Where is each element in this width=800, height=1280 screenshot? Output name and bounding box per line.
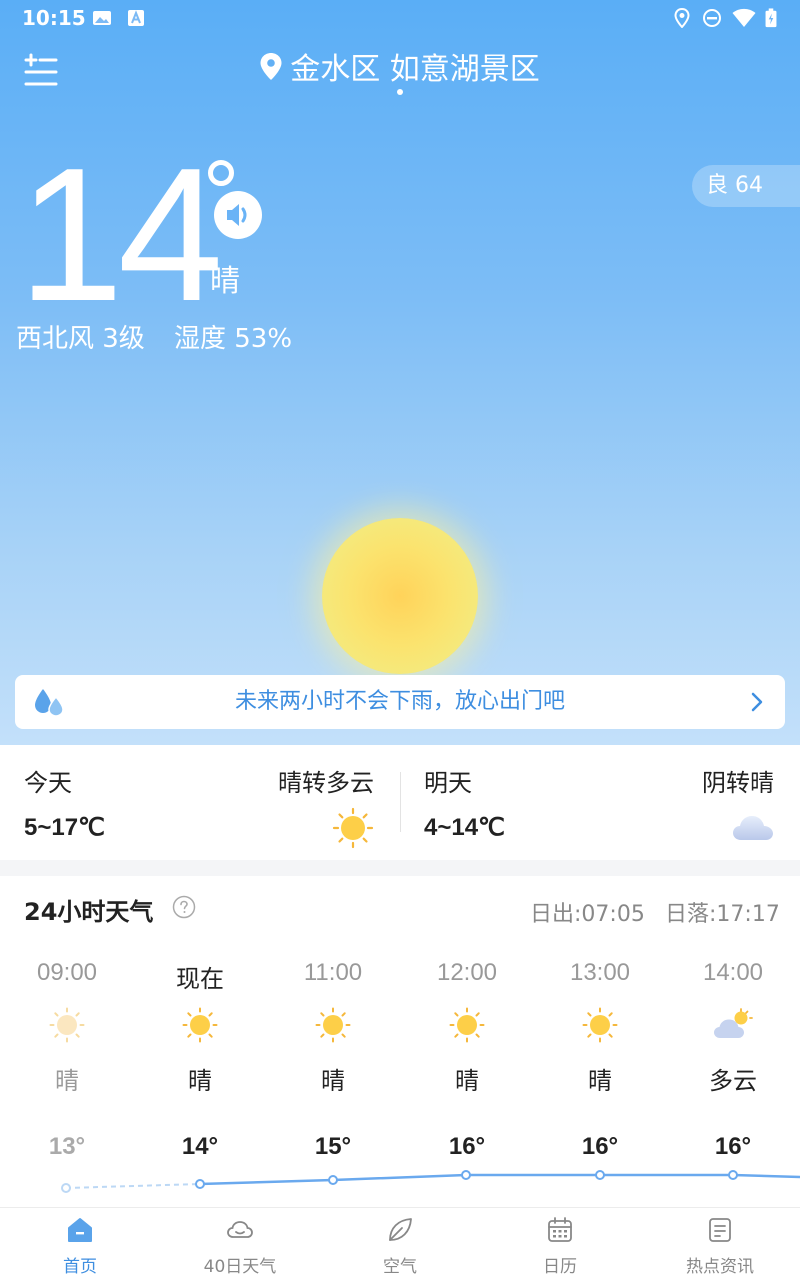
section-separator	[0, 860, 800, 876]
sun-illustration	[322, 518, 478, 674]
wind-info: 西北风 3级	[16, 324, 145, 354]
nav-calendar-label: 日历	[543, 1257, 577, 1277]
rain-forecast-text: 未来两小时不会下雨，放心出门吧	[234, 689, 565, 714]
tomorrow-range: 4~14℃	[424, 814, 506, 841]
curve-point	[195, 1179, 205, 1189]
rain-forecast-banner[interactable]: 未来两小时不会下雨，放心出门吧	[15, 675, 785, 729]
nav-news[interactable]: 热点资讯	[640, 1208, 800, 1280]
curve-point	[595, 1170, 605, 1180]
hour-condition: 多云	[709, 1067, 757, 1095]
cloud-icon	[733, 816, 773, 840]
location-status-icon	[674, 8, 690, 28]
nav-air[interactable]: 空气	[320, 1208, 480, 1280]
hour-time: 13:00	[569, 959, 631, 986]
hourly-title: 24小时天气	[24, 898, 154, 926]
curve-point	[728, 1170, 738, 1180]
humidity-info: 湿度 53%	[174, 324, 293, 354]
temperature-curve	[61, 1170, 800, 1193]
sun-icon	[582, 1007, 618, 1043]
leaf-icon	[389, 1218, 412, 1241]
nav-home-label: 首页	[63, 1257, 97, 1277]
tomorrow-card[interactable]: 明天 阴转晴 4~14℃	[400, 745, 800, 860]
cloud-outline-icon	[227, 1221, 253, 1238]
hour-temperature: 13°	[48, 1133, 86, 1160]
today-label: 今天	[24, 769, 72, 797]
hourly-item[interactable]: 11:00 晴 15°	[273, 955, 393, 1160]
hour-condition: 晴	[55, 1067, 79, 1095]
sun-icon	[332, 807, 374, 849]
aqi-badge[interactable]: 良 64	[692, 165, 800, 207]
location-title[interactable]: 金水区 如意湖景区	[0, 44, 800, 88]
hour-temperature: 14°	[181, 1133, 219, 1160]
nav-calendar[interactable]: 日历	[480, 1208, 640, 1280]
hour-condition: 晴	[188, 1067, 212, 1095]
status-bar: 10:15	[0, 0, 800, 36]
tomorrow-label: 明天	[424, 769, 472, 797]
status-time: 10:15	[22, 6, 86, 30]
today-range: 5~17℃	[24, 814, 106, 841]
degree-symbol	[208, 160, 234, 186]
sun-icon	[315, 1007, 351, 1043]
nav-air-label: 空气	[383, 1257, 417, 1277]
home-icon	[68, 1218, 92, 1242]
hourly-item[interactable]: 09:00 晴 13°	[7, 955, 127, 1160]
wifi-icon	[732, 8, 756, 27]
hour-condition: 晴	[588, 1067, 612, 1095]
hour-temperature: 16°	[714, 1133, 752, 1160]
sunset-time: 日落:17:17	[665, 902, 780, 927]
hour-temperature: 16°	[581, 1133, 619, 1160]
hourly-item[interactable]: 13:00 晴 16°	[540, 955, 660, 1160]
app-notification-icon	[128, 10, 144, 26]
location-name: 金水区 如意湖景区	[290, 52, 540, 87]
hour-time: 11:00	[303, 959, 363, 986]
hour-time: 14:00	[702, 959, 764, 986]
nav-40day[interactable]: 40日天气	[160, 1208, 320, 1280]
sunrise-time: 日出:07:05	[530, 902, 645, 927]
hour-temperature: 15°	[314, 1133, 352, 1160]
chevron-right-icon	[751, 692, 763, 712]
page-indicator	[397, 89, 403, 95]
current-condition: 晴	[210, 264, 240, 299]
hourly-item[interactable]: 14:00 多云 16°	[673, 955, 793, 1160]
bottom-navigation: 首页 40日天气 空气 日历 热点资讯	[0, 1207, 800, 1280]
weather-hero: 10:15 金水区 如意湖景区 14 晴 良 64 西北风 3级 湿度 53% …	[0, 0, 800, 745]
location-pin-icon	[260, 53, 282, 80]
hour-condition: 晴	[455, 1067, 479, 1095]
help-icon[interactable]	[172, 895, 196, 919]
curve-point	[461, 1170, 471, 1180]
today-card[interactable]: 今天 晴转多云 5~17℃	[0, 745, 400, 860]
summary-divider	[400, 772, 401, 832]
nav-40day-label: 40日天气	[203, 1257, 277, 1277]
calendar-icon	[548, 1217, 572, 1242]
sun-icon	[49, 1007, 85, 1043]
hourly-item[interactable]: 现在 晴 14°	[140, 955, 260, 1160]
hourly-item[interactable]: 12:00 晴 16°	[407, 955, 527, 1160]
news-icon	[709, 1218, 731, 1242]
tomorrow-desc: 阴转晴	[702, 769, 774, 797]
gallery-notification-icon	[93, 11, 111, 25]
sun-icon	[182, 1007, 218, 1043]
sun-icon	[449, 1007, 485, 1043]
hour-temperature: 16°	[448, 1133, 486, 1160]
nav-news-label: 热点资讯	[686, 1257, 754, 1277]
hour-time: 12:00	[436, 959, 498, 986]
partly-cloudy-icon	[713, 1007, 753, 1043]
hour-time: 09:00	[36, 959, 98, 986]
curve-point	[328, 1175, 338, 1185]
battery-icon	[765, 8, 777, 28]
voice-broadcast-button[interactable]	[212, 190, 262, 240]
hour-condition: 晴	[321, 1067, 345, 1095]
today-desc: 晴转多云	[278, 769, 374, 797]
curve-point	[61, 1183, 71, 1193]
nav-home[interactable]: 首页	[0, 1208, 160, 1280]
hour-time: 现在	[176, 966, 224, 993]
current-temperature: 14	[18, 129, 223, 341]
do-not-disturb-icon	[703, 9, 721, 27]
